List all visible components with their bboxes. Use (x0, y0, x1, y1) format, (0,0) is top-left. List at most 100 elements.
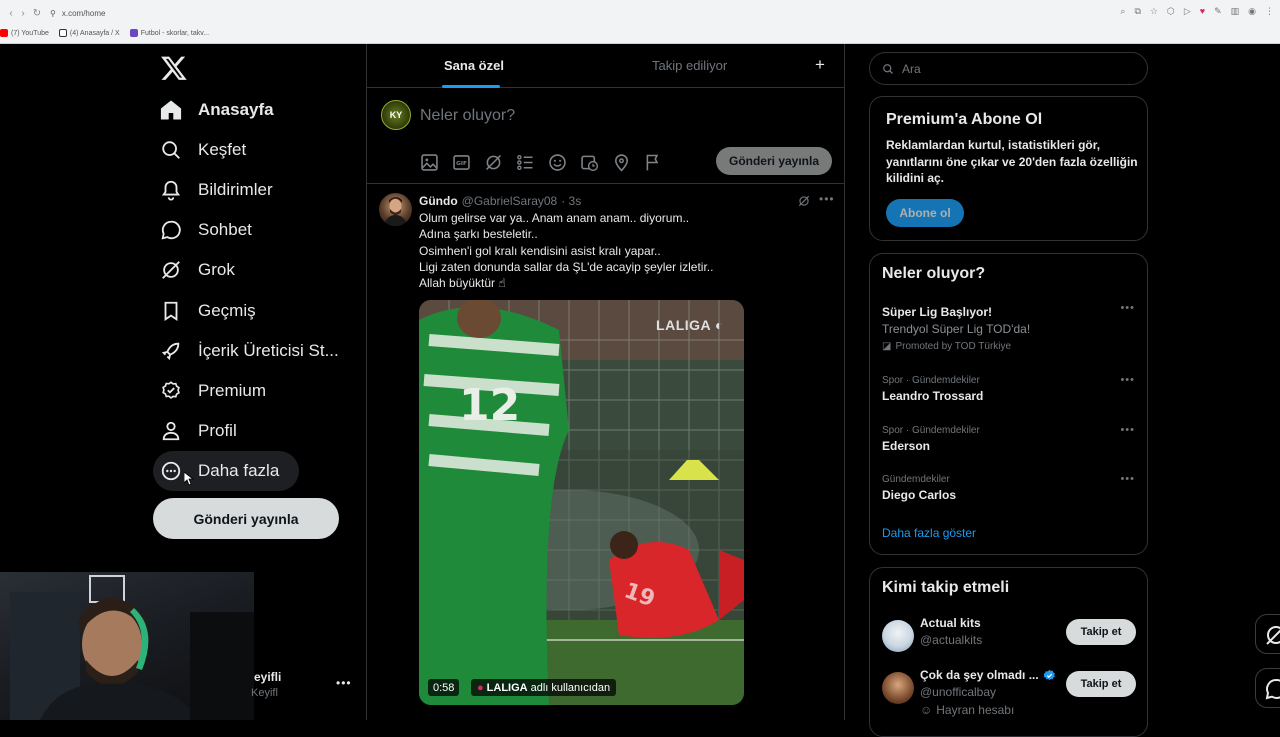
avatar[interactable] (882, 672, 914, 704)
avatar[interactable] (379, 193, 412, 226)
video-frame: 12 19 (419, 300, 744, 705)
add-tab-icon[interactable]: + (815, 55, 825, 75)
compose-post-button[interactable]: Gönderi yayınla (716, 147, 832, 175)
svg-text:12: 12 (459, 380, 520, 431)
sidebar-item-more[interactable]: Daha fazla (160, 454, 279, 488)
menu-icon[interactable]: ⋮ (1265, 6, 1274, 17)
lock-icon: ⚲ (50, 8, 56, 18)
more-circle-icon (161, 461, 181, 481)
sidebar-item-grok[interactable]: Grok (160, 253, 235, 287)
heart-icon[interactable]: ♥ (1200, 6, 1205, 17)
follow-handle: @actualkits (920, 633, 983, 647)
main-feed: Sana özel Takip ediliyor + KY Neler oluy… (366, 44, 845, 720)
follow-name[interactable]: Çok da şey olmadı ... (920, 668, 1056, 682)
follow-suggestion[interactable]: Actual kits @actualkits Takip et (882, 616, 1142, 656)
tweet-video[interactable]: 12 19 LALIGA ◐ 0:58 ● LALIGA adlı kullan… (419, 300, 744, 705)
subscribe-button[interactable]: Abone ol (886, 199, 964, 227)
zoom-icon[interactable]: ⌕ (1120, 6, 1125, 17)
play-icon[interactable]: ▷ (1184, 6, 1191, 17)
grok-icon (1266, 626, 1280, 645)
compose-input[interactable]: Neler oluyor? (420, 107, 515, 125)
tweet-text: Olum gelirse var ya.. Anam anam anam.. d… (419, 211, 714, 291)
trend-more-icon[interactable]: ••• (1120, 302, 1135, 314)
trend-item[interactable]: Gündemdekiler Diego Carlos (882, 473, 1142, 504)
sidebar-item-home[interactable]: Anasayfa (160, 93, 274, 127)
trend-item[interactable]: Süper Lig Başlıyor! Trendyol Süper Lig T… (882, 304, 1142, 355)
tweet-more-icon[interactable]: ••• (819, 192, 835, 206)
grok-floating-button[interactable] (1255, 614, 1280, 654)
x-logo-icon (58, 29, 67, 37)
profile-icon[interactable]: ◉ (1248, 6, 1256, 17)
bookmark-item[interactable]: (4) Anasayfa / X (58, 29, 120, 37)
follow-name[interactable]: Actual kits (920, 616, 981, 630)
sidebar-item-profile[interactable]: Profil (160, 414, 237, 448)
avatar[interactable]: KY (381, 100, 411, 130)
show-more-link[interactable]: Daha fazla göster (882, 526, 976, 540)
tweet-author-name[interactable]: Gündo (419, 194, 458, 208)
schedule-icon[interactable] (579, 152, 600, 173)
follow-button[interactable]: Takip et (1066, 671, 1136, 697)
search-placeholder: Ara (902, 61, 921, 76)
gif-icon[interactable]: GIF (451, 152, 472, 173)
bookmark-item[interactable]: (7) YouTube (0, 29, 49, 37)
sidebar-item-bookmarks[interactable]: Geçmiş (160, 294, 256, 328)
message-icon (1265, 678, 1280, 700)
who-to-follow-title: Kimi takip etmeli (882, 579, 1010, 596)
post-button[interactable]: Gönderi yayınla (153, 498, 339, 539)
video-source[interactable]: ● LALIGA adlı kullanıcıdan (471, 679, 617, 696)
follow-button[interactable]: Takip et (1066, 619, 1136, 645)
account-more-icon[interactable]: ••• (336, 676, 352, 690)
tweet-author-handle[interactable]: @GabrielSaray08 (462, 194, 558, 208)
grok-icon[interactable] (797, 194, 811, 208)
tweet[interactable]: Gündo @GabrielSaray08 · 3s ••• Olum geli… (367, 184, 844, 720)
location-icon[interactable] (611, 152, 632, 173)
video-duration: 0:58 (428, 679, 460, 696)
home-icon (160, 100, 182, 120)
bookmark-item[interactable]: Futbol - skorlar, takv... (129, 29, 209, 37)
sidebar-item-chat[interactable]: Sohbet (160, 213, 252, 247)
sidebar-item-explore[interactable]: Keşfet (160, 133, 246, 167)
flag-icon[interactable] (643, 152, 664, 173)
trend-item[interactable]: Spor · Gündemdekiler Ederson (882, 424, 1142, 455)
trend-more-icon[interactable]: ••• (1120, 374, 1135, 386)
sidebar-item-creator-studio[interactable]: İçerik Üreticisi St... (160, 334, 339, 368)
bookmark-star-icon[interactable]: ☆ (1150, 6, 1158, 17)
image-icon[interactable] (419, 152, 440, 173)
panel-icon[interactable]: ▥ (1231, 6, 1240, 17)
trend-more-icon[interactable]: ••• (1120, 424, 1135, 436)
premium-title: Premium'a Abone Ol (886, 111, 1043, 128)
fan-account-icon: ☺ (920, 703, 933, 717)
account-name: eyifli (254, 670, 282, 684)
avatar[interactable] (882, 620, 914, 652)
pin-icon[interactable]: ✎ (1214, 6, 1222, 17)
emoji-icon[interactable] (547, 152, 568, 173)
premium-description: Reklamlardan kurtul, istatistikleri gör,… (886, 138, 1138, 185)
svg-text:GIF: GIF (456, 161, 467, 167)
search-icon (883, 63, 893, 74)
feed-tabs: Sana özel Takip ediliyor + (367, 44, 844, 88)
rocket-icon (161, 342, 180, 361)
search-input[interactable]: Ara (869, 52, 1148, 85)
share-icon[interactable]: ⧉ (1134, 6, 1140, 17)
tweet-time[interactable]: · 3s (561, 194, 581, 208)
left-sidebar: Anasayfa Keşfet Bildirimler Sohbet Grok … (0, 44, 366, 720)
tab-for-you[interactable]: Sana özel (444, 58, 504, 73)
sidebar-item-premium[interactable]: Premium (160, 374, 266, 408)
person-icon (162, 421, 180, 441)
account-handle: Keyifl (251, 687, 278, 699)
sidebar-item-notifications[interactable]: Bildirimler (160, 173, 273, 207)
grok-icon[interactable] (483, 152, 504, 173)
address-row: ‹ › ↻ ⚲ x.com/home ⌕ ⧉ ☆ ⬡ ▷ ♥ ✎ ▥ ◉ ⋮ (0, 2, 1280, 24)
tab-following[interactable]: Takip ediliyor (652, 58, 727, 73)
trend-item[interactable]: Spor · Gündemdekiler Leandro Trossard (882, 374, 1142, 405)
follow-suggestion[interactable]: Çok da şey olmadı ... @unofficalbay Taki… (882, 668, 1142, 728)
browser-toolbar: ‹ › ↻ ⚲ x.com/home ⌕ ⧉ ☆ ⬡ ▷ ♥ ✎ ▥ ◉ ⋮ (… (0, 0, 1280, 44)
url-bar[interactable]: ⚲ x.com/home (50, 5, 105, 21)
bookmarks-bar: (7) YouTube (4) Anasayfa / X Futbol - sk… (0, 26, 209, 40)
extension-icon[interactable]: ⬡ (1167, 6, 1175, 17)
x-logo-icon[interactable] (160, 54, 188, 82)
trend-more-icon[interactable]: ••• (1120, 473, 1135, 485)
reload-icon[interactable]: ↻ (28, 4, 46, 22)
poll-icon[interactable] (515, 152, 536, 173)
messages-floating-button[interactable] (1255, 668, 1280, 708)
